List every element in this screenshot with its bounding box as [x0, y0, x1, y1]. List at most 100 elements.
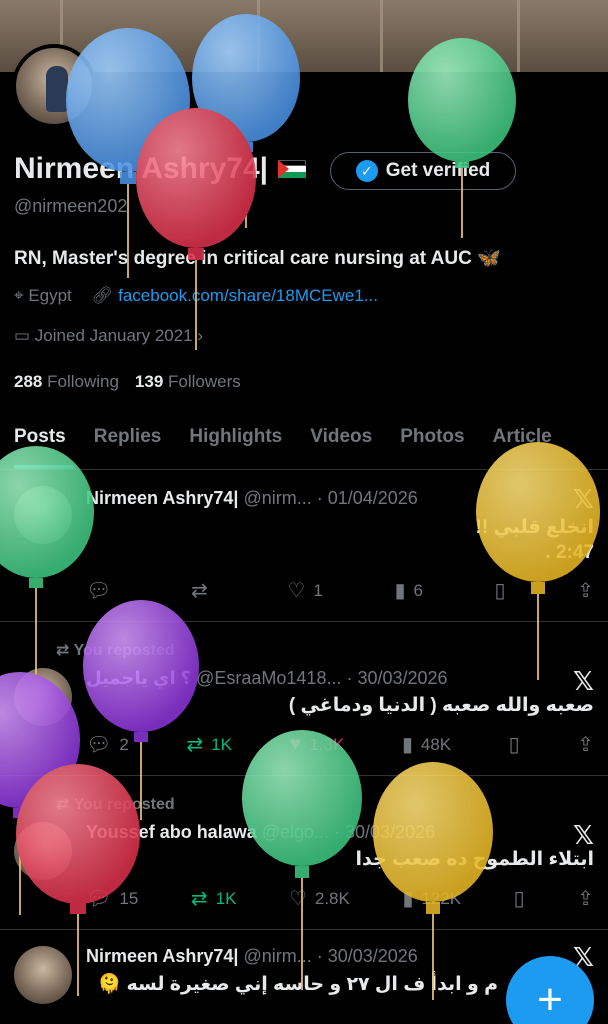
reposted-label: ⇄ You reposted	[56, 640, 175, 660]
post-handle-date[interactable]: @nirm... · 01/04/2026	[243, 488, 417, 508]
like-button[interactable]: ♡ 1	[287, 578, 322, 603]
tab-articles[interactable]: Article	[479, 410, 566, 469]
tab-replies[interactable]: Replies	[80, 410, 176, 469]
get-verified-button[interactable]: ✓ Get verified	[330, 152, 516, 190]
retweet-icon: ⇄	[190, 888, 208, 910]
share-icon: ⇪	[577, 888, 594, 910]
joined-text: Joined January 2021	[34, 326, 193, 345]
post-avatar[interactable]	[14, 822, 72, 880]
post-text: م و ابدأ ف ال ٢٧ و حاسه إني صغيرة لسه 🫠	[97, 974, 498, 995]
post-header: Nirmeen Ashry74| @nirm... · 30/03/2026	[86, 946, 418, 967]
website-link[interactable]: facebook.com/share/18MCEwe1...	[118, 286, 378, 305]
tab-posts[interactable]: Posts	[0, 410, 80, 469]
profile-handle: @nirmeen202	[14, 196, 128, 216]
bookmark-button[interactable]: ▯	[509, 732, 520, 757]
profile-meta: ⌖ Egypt 🔗︎ facebook.com/share/18MCEwe1..…	[14, 286, 378, 306]
reposted-text: You reposted	[73, 796, 175, 813]
followers-label: Followers	[168, 372, 241, 391]
post-header: ؟ اي ياجميل @EsraaMo1418... · 30/03/2026	[86, 668, 448, 689]
post-handle-date[interactable]: @nirm... · 30/03/2026	[243, 946, 417, 966]
post-author[interactable]: ؟ اي ياجميل	[86, 668, 191, 688]
post-actions: 💬︎ ⇄ ♡ 1 ▮ 6 ▯ ⇪	[86, 578, 594, 603]
reply-count: 2	[119, 734, 129, 754]
chevron-right-icon: ›	[197, 326, 204, 345]
views-icon: ▮	[402, 888, 414, 910]
tab-videos[interactable]: Videos	[296, 410, 386, 469]
following-link[interactable]: 288 Following	[14, 372, 119, 392]
views-count: 48K	[420, 734, 452, 754]
post-avatar[interactable]	[14, 668, 72, 726]
post-handle-date[interactable]: @elgo... · 30/03/2026	[262, 822, 435, 842]
reply-button[interactable]: 💬︎ 15	[86, 886, 138, 911]
post-header: Nirmeen Ashry74| @nirm... · 01/04/2026	[86, 488, 418, 509]
post-item[interactable]: Nirmeen Ashry74| @nirm... · 01/04/2026 𝕏…	[0, 472, 608, 622]
following-count: 288	[14, 372, 43, 391]
views-count: 122K	[421, 888, 462, 908]
share-icon: ⇪	[577, 734, 594, 756]
views-button[interactable]: ▮ 6	[394, 578, 422, 603]
like-button[interactable]: ♡ 2.8K	[289, 886, 350, 911]
heart-icon: ♥	[289, 733, 302, 755]
reply-button[interactable]: 💬︎	[86, 578, 119, 603]
tab-photos[interactable]: Photos	[386, 410, 478, 469]
bookmark-button[interactable]: ▯	[514, 886, 525, 911]
views-button[interactable]: ▮ 48K	[402, 732, 451, 757]
followers-link[interactable]: 139 Followers	[135, 372, 241, 392]
x-logo-icon: 𝕏	[573, 666, 594, 696]
website-item[interactable]: 🔗︎ facebook.com/share/18MCEwe1...	[92, 286, 378, 306]
joined-item[interactable]: ▭ Joined January 2021 ›	[14, 326, 203, 346]
reply-icon: 💬︎	[86, 734, 112, 756]
heart-icon: ♡	[288, 888, 307, 910]
profile-avatar[interactable]	[12, 44, 96, 128]
post-author[interactable]: Youssef abo halawa	[86, 822, 257, 842]
following-label: Following	[47, 372, 119, 391]
like-count: 1	[313, 580, 323, 600]
reply-button[interactable]: 💬︎ 2	[86, 732, 129, 757]
bookmark-icon: ▯	[508, 734, 520, 756]
post-text-line2: 2:47 .	[545, 542, 594, 563]
views-icon: ▮	[401, 734, 413, 756]
link-icon: 🔗︎	[91, 286, 114, 305]
post-item[interactable]: ⇄ You reposted ؟ اي ياجميل @EsraaMo1418.…	[0, 622, 608, 776]
share-button[interactable]: ⇪	[577, 886, 594, 911]
post-avatar[interactable]	[14, 946, 72, 1004]
retweet-icon: ⇄	[191, 580, 208, 602]
share-icon: ⇪	[577, 580, 594, 602]
profile-banner[interactable]	[0, 0, 608, 72]
reposted-label: ⇄ You reposted	[56, 794, 175, 814]
reply-icon: 💬︎	[86, 888, 112, 910]
location-item: ⌖ Egypt	[14, 286, 72, 306]
location-pin-icon: ⌖	[14, 286, 24, 305]
reposted-text: You reposted	[73, 642, 175, 659]
retweet-button[interactable]: ⇄ 1K	[191, 886, 237, 911]
repost-small-icon: ⇄	[56, 642, 70, 659]
post-text: ابتلاء الطموح ده صعب جدا	[355, 849, 594, 870]
post-handle-date[interactable]: @EsraaMo1418... · 30/03/2026	[196, 668, 447, 688]
profile-name: Nirmeen Ashry74|	[14, 152, 269, 185]
verified-check-icon: ✓	[355, 160, 378, 182]
post-actions: 💬︎ 2 ⇄ 1K ♥ 1.3K ▮ 48K ▯ ⇪	[86, 732, 594, 757]
repost-small-icon: ⇄	[56, 796, 70, 813]
views-count: 6	[413, 580, 423, 600]
retweet-button[interactable]: ⇄	[191, 578, 216, 603]
post-author[interactable]: Nirmeen Ashry74|	[86, 488, 238, 508]
tab-highlights[interactable]: Highlights	[175, 410, 296, 469]
x-logo-icon: 𝕏	[573, 484, 594, 514]
like-button[interactable]: ♥ 1.3K	[289, 732, 344, 757]
followers-count: 139	[134, 372, 164, 391]
share-button[interactable]: ⇪	[577, 578, 594, 603]
post-item[interactable]: ⇄ You reposted Youssef abo halawa @elgo.…	[0, 776, 608, 930]
bookmark-button[interactable]: ▯	[495, 578, 506, 603]
share-button[interactable]: ⇪	[577, 732, 594, 757]
post-author[interactable]: Nirmeen Ashry74|	[86, 946, 238, 966]
retweet-button[interactable]: ⇄ 1K	[186, 732, 232, 757]
palestine-flag-icon	[278, 160, 307, 178]
retweet-icon: ⇄	[186, 734, 204, 756]
views-button[interactable]: ▮ 122K	[402, 886, 461, 911]
location-text: Egypt	[28, 286, 72, 305]
like-count: 2.8K	[314, 888, 350, 908]
follow-stats: 288 Following 139 Followers	[14, 372, 241, 392]
post-avatar[interactable]	[14, 486, 72, 544]
profile-bio: RN, Master's degree in critical care nur…	[14, 248, 501, 269]
like-count: 1.3K	[309, 734, 345, 754]
